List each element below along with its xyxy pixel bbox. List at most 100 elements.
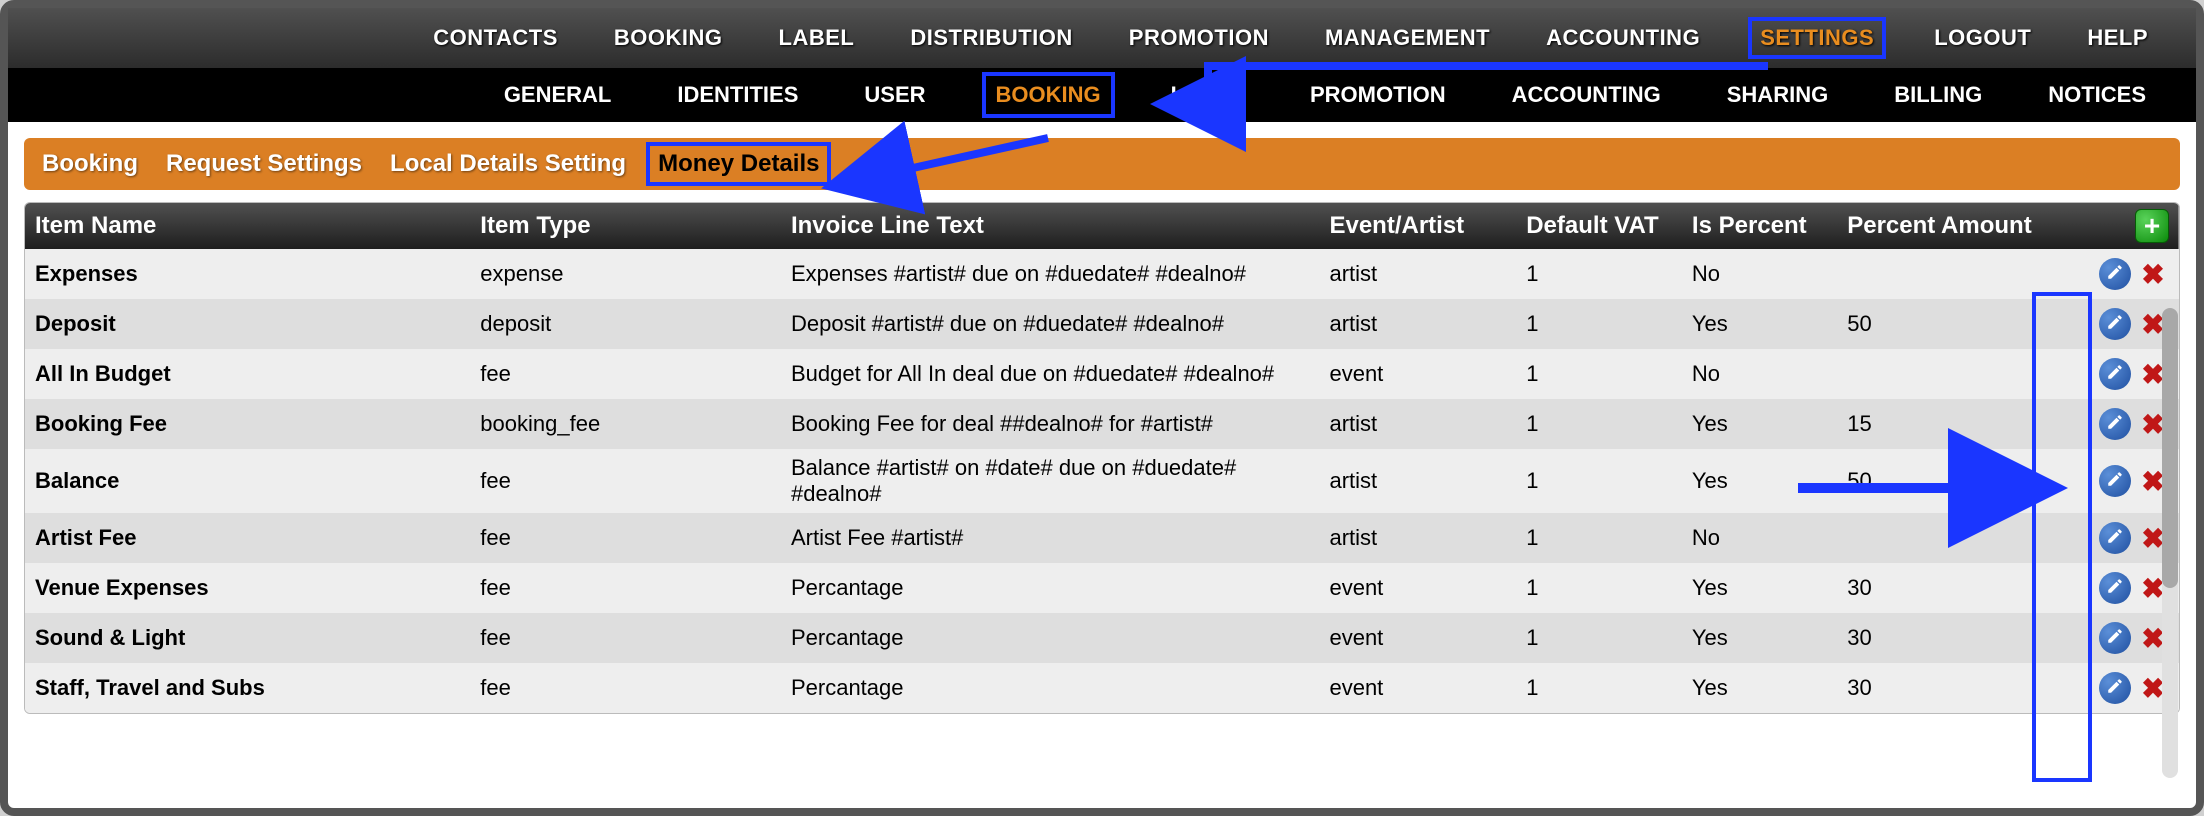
cell-is-percent: Yes [1682,399,1837,449]
cell-event-artist: artist [1319,513,1516,563]
vertical-scrollbar[interactable] [2162,308,2178,778]
table-row: ExpensesexpenseExpenses #artist# due on … [25,249,2179,299]
cell-invoice-line: Artist Fee #artist# [781,513,1320,563]
cell-item-type: fee [470,563,781,613]
cell-item-type: fee [470,663,781,713]
cell-percent-amount: 50 [1837,449,2075,513]
subnav-notices[interactable]: NOTICES [2038,76,2156,114]
tab-bar-wrap: Booking Request Settings Local Details S… [8,122,2196,190]
subnav-sharing[interactable]: SHARING [1717,76,1838,114]
subnav-accounting[interactable]: ACCOUNTING [1502,76,1671,114]
cell-item-name: Artist Fee [25,513,470,563]
edit-row-button[interactable] [2099,572,2131,604]
cell-invoice-line: Booking Fee for deal ##dealno# for #arti… [781,399,1320,449]
delete-row-button[interactable]: ✖ [2137,258,2169,290]
cell-is-percent: Yes [1682,563,1837,613]
cell-event-artist: artist [1319,399,1516,449]
col-percent-amount: Percent Amount [1837,203,2075,249]
cell-invoice-line: Expenses #artist# due on #duedate# #deal… [781,249,1320,299]
cell-default-vat: 1 [1516,399,1682,449]
col-event-artist: Event/Artist [1319,203,1516,249]
subnav-booking[interactable]: BOOKING [982,72,1115,118]
subnav-identities[interactable]: IDENTITIES [667,76,808,114]
pencil-icon [2106,261,2124,287]
money-details-table: Item Name Item Type Invoice Line Text Ev… [24,202,2180,714]
col-item-type: Item Type [470,203,781,249]
table-row: Booking Feebooking_feeBooking Fee for de… [25,399,2179,449]
add-row-button[interactable]: + [2135,209,2169,243]
cell-event-artist: event [1319,349,1516,399]
subnav-promotion[interactable]: PROMOTION [1300,76,1456,114]
cell-is-percent: Yes [1682,299,1837,349]
edit-row-button[interactable] [2099,522,2131,554]
cell-invoice-line: Percantage [781,563,1320,613]
cell-event-artist: event [1319,663,1516,713]
cell-event-artist: artist [1319,249,1516,299]
cell-percent-amount: 30 [1837,563,2075,613]
subnav-label[interactable]: LABEL [1161,76,1254,114]
col-default-vat: Default VAT [1516,203,1682,249]
table-row: DepositdepositDeposit #artist# due on #d… [25,299,2179,349]
subnav-billing[interactable]: BILLING [1884,76,1992,114]
cell-percent-amount [1837,349,2075,399]
tab-money-details[interactable]: Money Details [646,142,831,186]
cell-item-type: fee [470,513,781,563]
app-window: CONTACTS BOOKING LABEL DISTRIBUTION PROM… [0,0,2204,816]
pencil-icon [2106,468,2124,494]
pencil-icon [2106,311,2124,337]
edit-row-button[interactable] [2099,622,2131,654]
topnav-contacts[interactable]: CONTACTS [425,21,566,55]
table-row: BalancefeeBalance #artist# on #date# due… [25,449,2179,513]
cell-item-name: Deposit [25,299,470,349]
tab-booking[interactable]: Booking [34,146,146,182]
topnav-label[interactable]: LABEL [771,21,863,55]
cell-invoice-line: Percantage [781,663,1320,713]
scrollbar-thumb[interactable] [2162,308,2178,588]
cell-percent-amount [1837,249,2075,299]
cell-is-percent: No [1682,349,1837,399]
cell-item-type: fee [470,613,781,663]
table-header-row: Item Name Item Type Invoice Line Text Ev… [25,203,2179,249]
cell-item-name: Expenses [25,249,470,299]
cell-is-percent: Yes [1682,663,1837,713]
edit-row-button[interactable] [2099,308,2131,340]
content-area: Item Name Item Type Invoice Line Text Ev… [8,190,2196,726]
subnav-user[interactable]: USER [854,76,935,114]
topnav-accounting[interactable]: ACCOUNTING [1538,21,1708,55]
edit-row-button[interactable] [2099,358,2131,390]
cell-item-name: Sound & Light [25,613,470,663]
topnav-booking[interactable]: BOOKING [606,21,731,55]
topnav-management[interactable]: MANAGEMENT [1317,21,1498,55]
topnav-distribution[interactable]: DISTRIBUTION [902,21,1080,55]
cell-event-artist: event [1319,563,1516,613]
delete-icon: ✖ [2141,258,2164,291]
tab-request-settings[interactable]: Request Settings [158,146,370,182]
tab-local-details-setting[interactable]: Local Details Setting [382,146,634,182]
table-row: All In BudgetfeeBudget for All In deal d… [25,349,2179,399]
pencil-icon [2106,575,2124,601]
cell-item-name: Balance [25,449,470,513]
cell-default-vat: 1 [1516,449,1682,513]
edit-row-button[interactable] [2099,672,2131,704]
cell-item-name: Venue Expenses [25,563,470,613]
edit-row-button[interactable] [2099,258,2131,290]
edit-row-button[interactable] [2099,465,2131,497]
cell-item-type: fee [470,449,781,513]
col-item-name: Item Name [25,203,470,249]
cell-default-vat: 1 [1516,513,1682,563]
cell-is-percent: No [1682,249,1837,299]
subnav-general[interactable]: GENERAL [494,76,622,114]
cell-invoice-line: Percantage [781,613,1320,663]
topnav-settings[interactable]: SETTINGS [1748,17,1886,59]
cell-default-vat: 1 [1516,563,1682,613]
topnav-help[interactable]: HELP [2079,21,2156,55]
topnav-logout[interactable]: LOGOUT [1926,21,2039,55]
pencil-icon [2106,525,2124,551]
sub-nav: GENERAL IDENTITIES USER BOOKING LABEL PR… [8,68,2196,122]
col-actions: + [2075,203,2179,249]
cell-item-type: fee [470,349,781,399]
cell-percent-amount: 15 [1837,399,2075,449]
topnav-promotion[interactable]: PROMOTION [1121,21,1277,55]
edit-row-button[interactable] [2099,408,2131,440]
cell-percent-amount: 50 [1837,299,2075,349]
